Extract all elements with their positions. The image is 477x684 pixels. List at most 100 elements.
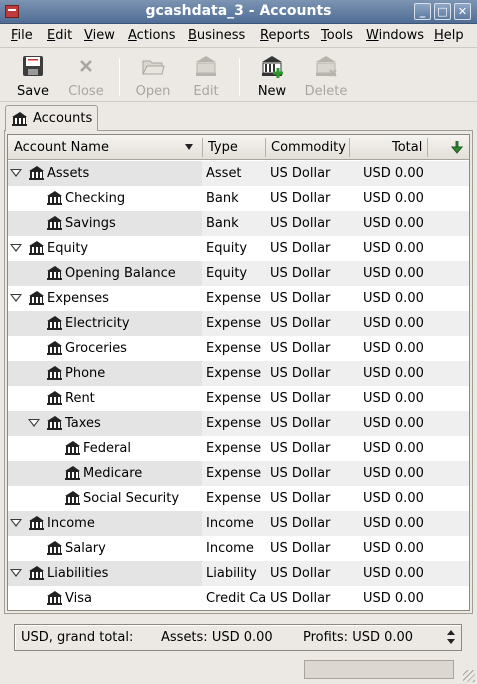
- account-row[interactable]: Social Security Expense US Dollar USD 0.00: [8, 486, 469, 511]
- account-name-cell[interactable]: Groceries: [8, 336, 202, 361]
- account-name-cell[interactable]: Expenses: [8, 286, 202, 311]
- account-name-cell[interactable]: Salary: [8, 536, 202, 561]
- account-commodity: US Dollar: [270, 516, 331, 531]
- account-name-cell[interactable]: Visa: [8, 586, 202, 611]
- account-commodity: US Dollar: [270, 341, 331, 356]
- minimize-button[interactable]: _: [414, 3, 431, 20]
- menu-edit[interactable]: Edit: [47, 28, 72, 43]
- expander-triangle-icon[interactable]: [10, 519, 22, 527]
- tree-header: Account Name Type Commodity Total: [8, 135, 469, 160]
- account-commodity: US Dollar: [270, 266, 331, 281]
- account-type: Expense: [206, 291, 262, 306]
- account-name-cell[interactable]: Income: [8, 511, 202, 536]
- account-row[interactable]: Assets Asset US Dollar USD 0.00: [8, 161, 469, 186]
- account-total: USD 0.00: [363, 216, 424, 231]
- account-name-cell[interactable]: Electricity: [8, 311, 202, 336]
- account-name-cell[interactable]: Liabilities: [8, 561, 202, 586]
- account-row[interactable]: Rent Expense US Dollar USD 0.00: [8, 386, 469, 411]
- account-name-cell[interactable]: Federal: [8, 436, 202, 461]
- account-row[interactable]: Electricity Expense US Dollar USD 0.00: [8, 311, 469, 336]
- save-icon: [21, 54, 45, 78]
- close-button[interactable]: Close: [61, 54, 111, 100]
- open-button[interactable]: Open: [128, 54, 178, 100]
- account-type: Credit Ca: [206, 591, 266, 606]
- account-name: Federal: [83, 441, 131, 456]
- account-row[interactable]: Liabilities Liability US Dollar USD 0.00: [8, 561, 469, 586]
- account-commodity: US Dollar: [270, 241, 331, 256]
- bank-icon: [47, 541, 62, 555]
- account-row[interactable]: Expenses Expense US Dollar USD 0.00: [8, 286, 469, 311]
- account-total: USD 0.00: [363, 566, 424, 581]
- account-tree[interactable]: Account Name Type Commodity Total Assets…: [7, 134, 470, 611]
- account-name-cell[interactable]: Checking: [8, 186, 202, 211]
- menu-file[interactable]: File: [11, 28, 33, 43]
- account-name-cell[interactable]: Assets: [8, 161, 202, 186]
- close-icon: [74, 54, 98, 78]
- account-name-cell[interactable]: Medicare: [8, 461, 202, 486]
- bank-icon: [47, 216, 62, 230]
- account-type: Expense: [206, 391, 262, 406]
- account-row[interactable]: Equity Equity US Dollar USD 0.00: [8, 236, 469, 261]
- expander-triangle-icon[interactable]: [10, 244, 22, 252]
- account-name-cell[interactable]: Opening Balance: [8, 261, 202, 286]
- account-row[interactable]: Taxes Expense US Dollar USD 0.00: [8, 411, 469, 436]
- account-row[interactable]: Opening Balance Equity US Dollar USD 0.00: [8, 261, 469, 286]
- close-window-button[interactable]: ✕: [454, 3, 471, 20]
- new-account-icon: [260, 54, 284, 78]
- account-total: USD 0.00: [363, 191, 424, 206]
- menu-view[interactable]: View: [84, 28, 115, 43]
- column-header-commodity[interactable]: Commodity: [271, 140, 346, 155]
- account-name: Phone: [65, 366, 106, 381]
- account-commodity: US Dollar: [270, 541, 331, 556]
- account-total: USD 0.00: [363, 316, 424, 331]
- expander-triangle-icon[interactable]: [28, 419, 40, 427]
- menu-actions[interactable]: Actions: [128, 28, 176, 43]
- maximize-button[interactable]: □: [434, 3, 451, 20]
- new-button[interactable]: New: [247, 54, 297, 100]
- bank-icon: [65, 441, 80, 455]
- delete-account-icon: [314, 54, 338, 78]
- account-row[interactable]: Phone Expense US Dollar USD 0.00: [8, 361, 469, 386]
- summary-profits: Profits: USD 0.00: [303, 630, 414, 645]
- account-total: USD 0.00: [363, 341, 424, 356]
- menu-help[interactable]: Help: [434, 28, 464, 43]
- expander-triangle-icon[interactable]: [10, 569, 22, 577]
- delete-button[interactable]: Delete: [301, 54, 351, 100]
- account-row[interactable]: Groceries Expense US Dollar USD 0.00: [8, 336, 469, 361]
- summary-bar[interactable]: USD, grand total: Assets: USD 0.00 Profi…: [14, 624, 462, 651]
- account-row[interactable]: Salary Income US Dollar USD 0.00: [8, 536, 469, 561]
- menu-reports[interactable]: Reports: [260, 28, 310, 43]
- tab-accounts[interactable]: Accounts: [5, 105, 98, 131]
- bank-icon: [47, 266, 62, 280]
- account-type: Expense: [206, 491, 262, 506]
- edit-button[interactable]: Edit: [181, 54, 231, 100]
- account-row[interactable]: Checking Bank US Dollar USD 0.00: [8, 186, 469, 211]
- save-button[interactable]: Save: [8, 54, 58, 100]
- summary-spinner-icon[interactable]: [447, 630, 455, 646]
- menu-windows[interactable]: Windows: [366, 28, 424, 43]
- account-row[interactable]: Medicare Expense US Dollar USD 0.00: [8, 461, 469, 486]
- column-header-account-name[interactable]: Account Name: [14, 140, 109, 155]
- account-name-cell[interactable]: Rent: [8, 386, 202, 411]
- bank-icon: [65, 491, 80, 505]
- account-row[interactable]: Federal Expense US Dollar USD 0.00: [8, 436, 469, 461]
- column-header-type[interactable]: Type: [208, 140, 238, 155]
- menu-business[interactable]: Business: [188, 28, 245, 43]
- menu-tools[interactable]: Tools: [321, 28, 353, 43]
- expander-triangle-icon[interactable]: [10, 169, 22, 177]
- sort-chevron-down-icon[interactable]: [185, 144, 193, 150]
- column-selector-arrow-icon[interactable]: [450, 140, 464, 158]
- column-header-total[interactable]: Total: [392, 140, 422, 155]
- account-name-cell[interactable]: Taxes: [8, 411, 202, 436]
- expander-triangle-icon[interactable]: [10, 294, 22, 302]
- account-name: Rent: [65, 391, 95, 406]
- resize-grip[interactable]: [463, 670, 475, 682]
- account-row[interactable]: Savings Bank US Dollar USD 0.00: [8, 211, 469, 236]
- account-name-cell[interactable]: Savings: [8, 211, 202, 236]
- account-name-cell[interactable]: Equity: [8, 236, 202, 261]
- account-name-cell[interactable]: Phone: [8, 361, 202, 386]
- account-name: Checking: [65, 191, 126, 206]
- account-row[interactable]: Visa Credit Ca US Dollar USD 0.00: [8, 586, 469, 611]
- account-row[interactable]: Income Income US Dollar USD 0.00: [8, 511, 469, 536]
- account-name-cell[interactable]: Social Security: [8, 486, 202, 511]
